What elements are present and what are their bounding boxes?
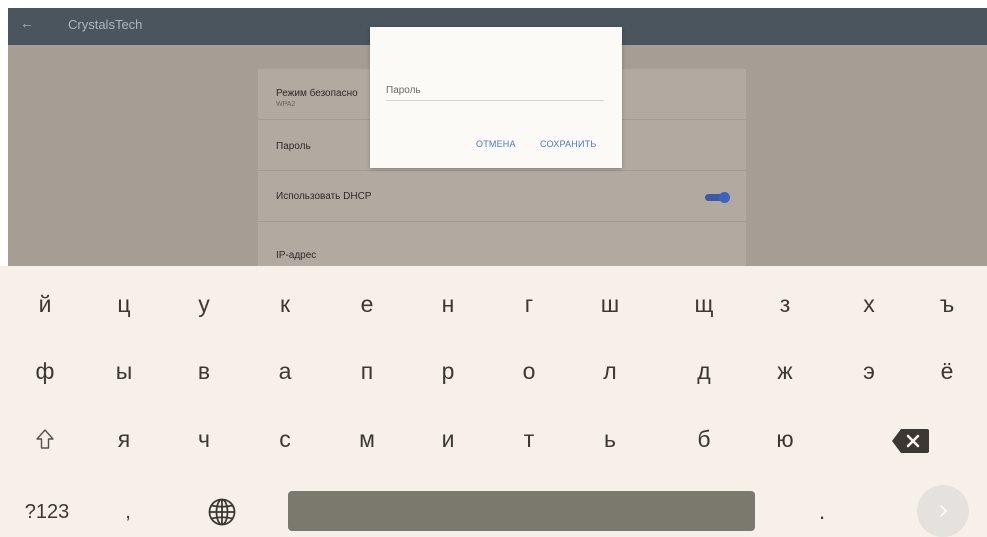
key[interactable]: о	[499, 341, 559, 401]
key[interactable]: п	[337, 341, 397, 401]
key[interactable]: э	[839, 341, 899, 401]
comma-key[interactable]: ,	[98, 482, 158, 537]
toggle-thumb	[719, 192, 730, 203]
app-title: CrystalsTech	[68, 17, 143, 32]
key[interactable]: щ	[674, 274, 734, 334]
shift-key[interactable]	[15, 409, 75, 469]
key[interactable]: г	[499, 274, 559, 334]
key[interactable]: к	[255, 274, 315, 334]
shift-arrow-icon	[36, 429, 54, 449]
key[interactable]: е	[337, 274, 397, 334]
key[interactable]: з	[755, 274, 815, 334]
security-mode-label: Режим безопасно	[276, 88, 358, 99]
key[interactable]: ъ	[917, 274, 977, 334]
password-row-label: Пароль	[276, 141, 311, 152]
key[interactable]: т	[499, 409, 559, 469]
backspace-icon	[892, 429, 929, 453]
key[interactable]: ч	[174, 409, 234, 469]
key[interactable]: ф	[15, 341, 75, 401]
back-arrow-icon[interactable]: ←	[20, 15, 34, 31]
key[interactable]: ь	[580, 409, 640, 469]
key[interactable]: й	[15, 274, 75, 334]
password-dialog: ОТМЕНА СОХРАНИТЬ	[370, 27, 622, 168]
key[interactable]: б	[674, 409, 734, 469]
globe-icon	[208, 498, 236, 526]
save-button[interactable]: СОХРАНИТЬ	[540, 139, 596, 149]
dhcp-toggle[interactable]	[705, 192, 731, 203]
password-input[interactable]	[386, 81, 604, 101]
on-screen-keyboard: й ц у к е н г ш щ з х ъ ф ы в а п р о л …	[0, 266, 987, 537]
backspace-key[interactable]	[891, 427, 931, 455]
key[interactable]: ы	[94, 341, 154, 401]
enter-key[interactable]	[917, 485, 969, 537]
key[interactable]: р	[418, 341, 478, 401]
key[interactable]: ц	[94, 274, 154, 334]
language-key[interactable]	[192, 482, 252, 537]
key[interactable]: и	[418, 409, 478, 469]
cancel-button[interactable]: ОТМЕНА	[476, 139, 516, 149]
symbols-key[interactable]: ?123	[10, 482, 84, 537]
key[interactable]: ш	[580, 274, 640, 334]
ip-address-label: IP-адрес	[276, 250, 317, 261]
key[interactable]: с	[255, 409, 315, 469]
key[interactable]: а	[255, 341, 315, 401]
space-bar[interactable]	[288, 491, 755, 531]
key[interactable]: х	[839, 274, 899, 334]
key[interactable]: я	[94, 409, 154, 469]
key[interactable]: у	[174, 274, 234, 334]
security-mode-value: WPA2	[276, 101, 296, 108]
chevron-right-icon	[940, 505, 947, 517]
dhcp-row[interactable]: Использовать DHCP	[258, 171, 746, 222]
key[interactable]: л	[580, 341, 640, 401]
key[interactable]: м	[337, 409, 397, 469]
key[interactable]: ю	[755, 409, 815, 469]
key[interactable]: ж	[755, 341, 815, 401]
key[interactable]: н	[418, 274, 478, 334]
period-key[interactable]: .	[792, 482, 852, 537]
key[interactable]: в	[174, 341, 234, 401]
key[interactable]: д	[674, 341, 734, 401]
dhcp-label: Использовать DHCP	[276, 191, 372, 202]
key[interactable]: ё	[917, 341, 977, 401]
